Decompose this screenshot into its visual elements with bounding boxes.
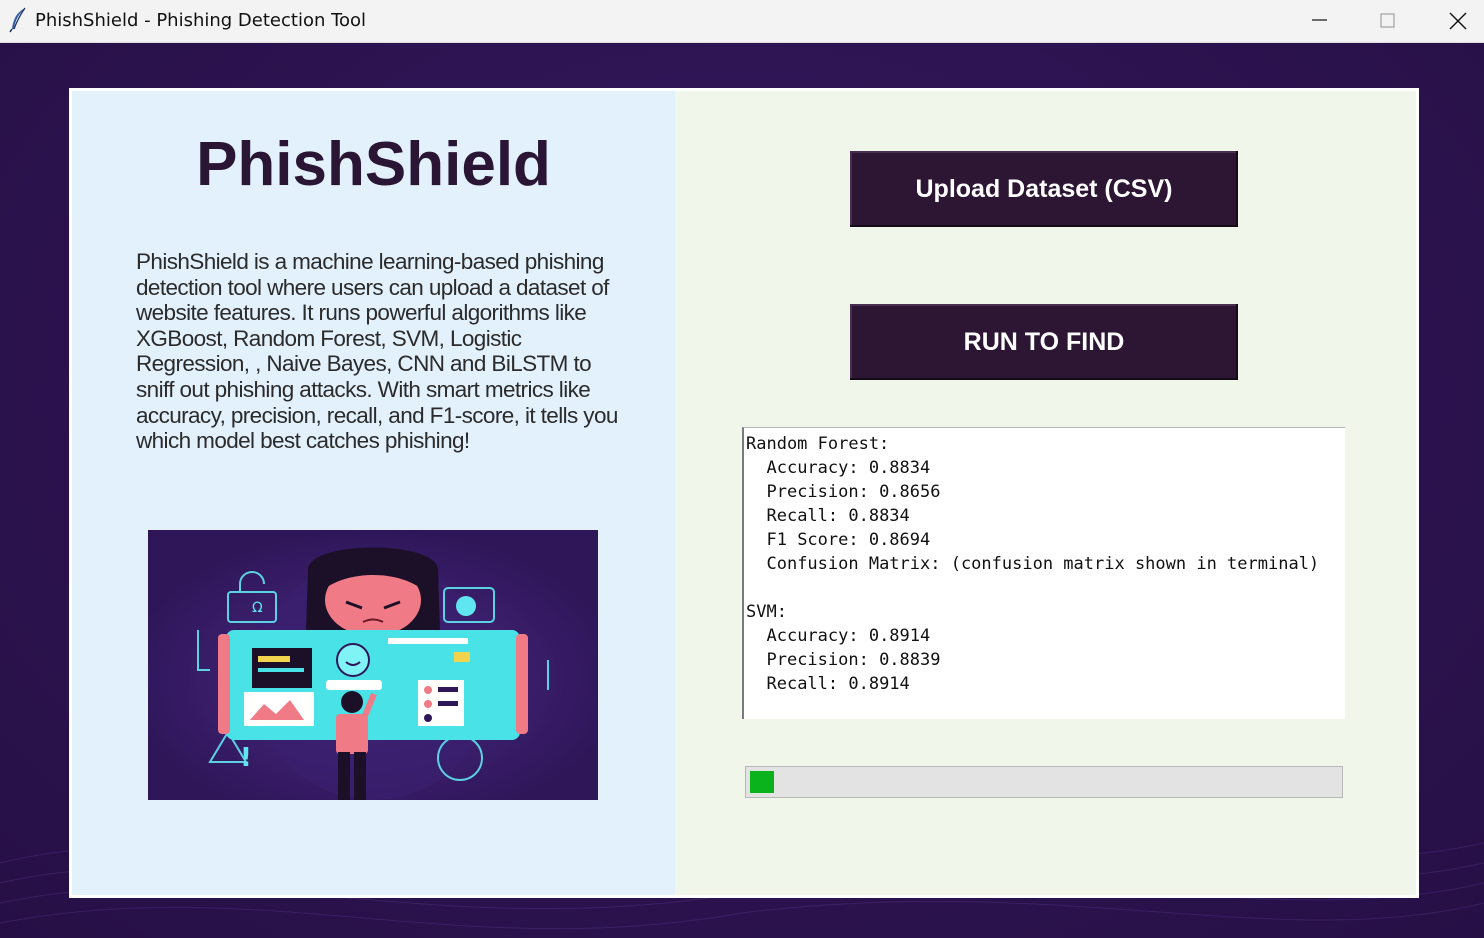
run-to-find-button[interactable]: RUN TO FIND xyxy=(850,304,1238,380)
window-title: PhishShield - Phishing Detection Tool xyxy=(35,10,367,31)
close-icon xyxy=(1449,12,1467,30)
app-title: PhishShield xyxy=(196,130,551,199)
maximize-icon xyxy=(1380,13,1395,28)
main-card: PhishShield PhishShield is a machine lea… xyxy=(69,88,1419,898)
progress-fill xyxy=(750,771,774,793)
app-description: PhishShield is a machine learning-based … xyxy=(136,249,618,454)
results-text: Random Forest: Accuracy: 0.8834 Precisio… xyxy=(746,434,1320,694)
minimize-icon xyxy=(1312,19,1327,21)
info-panel: PhishShield PhishShield is a machine lea… xyxy=(72,91,675,895)
title-bar: PhishShield - Phishing Detection Tool xyxy=(0,0,1484,43)
close-button[interactable] xyxy=(1428,0,1484,42)
upload-dataset-button[interactable]: Upload Dataset (CSV) xyxy=(850,151,1238,227)
svg-text:!: ! xyxy=(240,743,252,773)
results-textbox[interactable]: Random Forest: Accuracy: 0.8834 Precisio… xyxy=(742,427,1345,719)
svg-text:Ω: Ω xyxy=(252,600,263,616)
maximize-button[interactable] xyxy=(1358,0,1418,42)
minimize-button[interactable] xyxy=(1290,0,1350,42)
action-panel: Upload Dataset (CSV) RUN TO FIND Random … xyxy=(675,91,1416,895)
feather-icon xyxy=(8,7,30,33)
progress-bar xyxy=(745,766,1343,798)
hacker-illustration: Ω ! xyxy=(148,530,598,800)
